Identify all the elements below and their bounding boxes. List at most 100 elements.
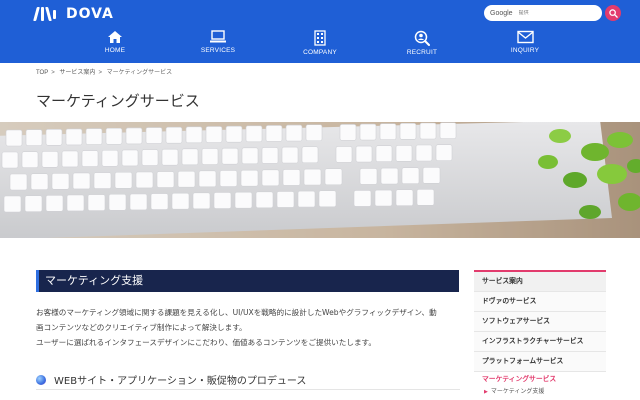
keyboard-key	[41, 150, 59, 168]
laptop-icon	[210, 30, 226, 43]
keyboard-key	[161, 148, 179, 166]
sub-heading-text: WEBサイト・アプリケーション・販促物のプロデュース	[54, 376, 307, 387]
keyboard-key	[305, 124, 323, 142]
sidebar-item-infrastructure[interactable]: インフラストラクチャーサービス	[474, 332, 606, 352]
site-header: DOVA Google HOME SERVICES	[0, 0, 640, 63]
bullet-orb-icon	[36, 374, 46, 385]
keyboard-key	[395, 189, 414, 206]
keyboard-key	[135, 171, 154, 189]
sidebar-item-software[interactable]: ソフトウェアサービス	[474, 312, 606, 332]
section-heading: マーケティング支援	[36, 270, 459, 292]
nav-item-recruit[interactable]: RECRUIT	[387, 30, 457, 60]
breadcrumb-link-top[interactable]: TOP	[36, 70, 48, 76]
keyboard-key	[221, 147, 239, 165]
keyboard-key	[114, 171, 133, 189]
nav-label: HOME	[104, 47, 126, 54]
keyboard-key	[265, 125, 283, 142]
keyboard-key	[353, 190, 372, 207]
keyboard-key	[93, 172, 112, 189]
keyboard-key	[213, 192, 232, 209]
keyboard-key	[51, 172, 70, 190]
person-search-icon	[414, 30, 430, 46]
nav-item-inquiry[interactable]: INQUIRY	[490, 30, 560, 60]
keyboard-key	[282, 169, 301, 186]
keyboard-key	[61, 150, 79, 168]
keyboard-key	[25, 129, 43, 146]
brand-logo[interactable]: DOVA	[33, 5, 114, 23]
body-paragraph: ユーザーに選ばれるインタフェースデザインにこだわり、価値あるコンテンツをご提供い…	[36, 338, 376, 347]
keyboard-key	[201, 148, 219, 165]
keyboard-key	[198, 170, 217, 188]
keyboard-photo	[0, 122, 640, 238]
nav-item-company[interactable]: COMPANY	[285, 30, 355, 60]
keyboard-key	[105, 127, 123, 145]
keyboard-key	[355, 145, 373, 163]
breadcrumb-current: マーケティングサービス	[106, 70, 173, 76]
keyboard-key	[108, 193, 127, 211]
home-icon	[108, 31, 122, 43]
nav-label: RECRUIT	[406, 49, 438, 56]
building-icon	[314, 30, 326, 46]
keyboard-key	[303, 168, 322, 186]
keyboard-key	[297, 190, 316, 208]
keyboard-key	[5, 129, 23, 147]
keyboard-key	[192, 192, 211, 210]
nav-item-home[interactable]: HOME	[80, 30, 150, 60]
keyboard-key	[171, 192, 190, 210]
arrow-right-icon: ▶	[484, 389, 488, 395]
search-button[interactable]	[605, 5, 621, 21]
keyboard-key	[375, 145, 393, 163]
keyboard-key	[121, 149, 139, 167]
keyboard-key	[165, 126, 183, 144]
keyboard-key	[261, 169, 280, 187]
sidebar-item-dova-services[interactable]: ドヴァのサービス	[474, 292, 606, 312]
keyboard-key	[234, 191, 253, 209]
breadcrumb: TOP > サービス案内 > マーケティングサービス	[36, 67, 175, 76]
nav-label: SERVICES	[200, 47, 236, 54]
breadcrumb-link-services[interactable]: サービス案内	[59, 70, 95, 76]
keyboard-key	[276, 191, 295, 208]
keyboard-key	[219, 170, 238, 187]
sidebar-item-marketing[interactable]: マーケティングサービス	[474, 372, 606, 387]
keyboard-key	[141, 149, 159, 166]
logo-icon	[33, 6, 60, 22]
sidebar-nav: サービス案内 ドヴァのサービス ソフトウェアサービス インフラストラクチャーサー…	[474, 270, 606, 397]
keyboard-key	[439, 122, 457, 139]
keyboard-key	[85, 128, 103, 145]
search-input[interactable]	[518, 10, 579, 16]
keyboard-key	[45, 129, 63, 146]
sub-heading: WEBサイト・アプリケーション・販促物のプロデュース	[36, 370, 460, 390]
keyboard-key	[66, 194, 85, 212]
keyboard-key	[87, 194, 106, 211]
body-paragraph: お客様のマーケティング領域に関する課題を見える化し、UI/UXを戦略的に設計した…	[36, 308, 437, 317]
sidebar-subitem-marketing-support[interactable]: ▶ マーケティング支援	[474, 387, 606, 397]
keyboard-key	[45, 195, 64, 212]
breadcrumb-separator: >	[51, 70, 55, 76]
search-icon	[608, 8, 618, 18]
keyboard-key	[225, 125, 243, 143]
nav-label: INQUIRY	[510, 47, 540, 54]
keyboard-key	[177, 170, 196, 188]
keyboard-key	[30, 173, 49, 190]
brand-name: DOVA	[66, 6, 114, 22]
keyboard-key	[380, 167, 399, 185]
keyboard-key	[415, 144, 433, 162]
main-nav: HOME SERVICES COMPANY RECRUIT INQUIRY	[80, 30, 590, 60]
keyboard-key	[65, 128, 83, 146]
keyboard-key	[419, 122, 437, 140]
keyboard-key	[150, 193, 169, 210]
mail-icon	[516, 30, 534, 44]
search-box[interactable]: Google	[484, 5, 602, 21]
keyboard-key	[401, 167, 420, 185]
keyboard-key	[72, 172, 91, 190]
keyboard-key	[156, 171, 175, 188]
sidebar-subitem-label: マーケティング支援	[490, 388, 545, 395]
nav-item-services[interactable]: SERVICES	[183, 30, 253, 60]
keyboard-key	[129, 193, 148, 211]
keyboard-key	[379, 123, 397, 141]
sidebar-heading[interactable]: サービス案内	[474, 272, 606, 292]
sidebar-item-platform[interactable]: プラットフォームサービス	[474, 352, 606, 372]
keyboard-key	[9, 173, 28, 191]
keyboard-key	[281, 146, 299, 164]
keyboard-key	[185, 126, 203, 144]
